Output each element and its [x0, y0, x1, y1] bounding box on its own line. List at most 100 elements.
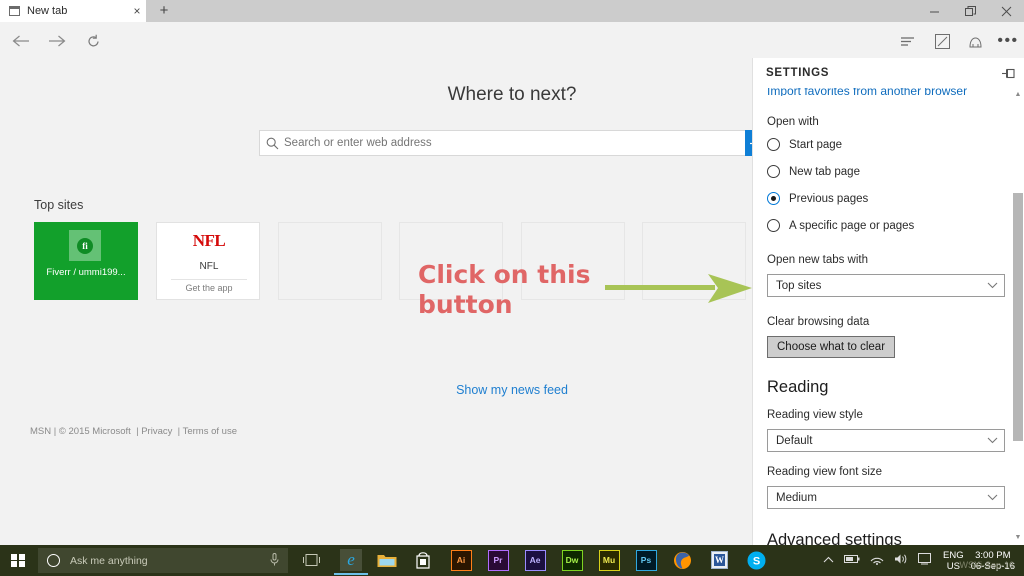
settings-scrollbar[interactable]: ▲ ▼ [1011, 88, 1024, 545]
forward-button[interactable] [42, 28, 72, 54]
edge-icon: e [347, 550, 355, 570]
search-icon [260, 137, 284, 150]
reading-font-size-select[interactable]: Medium [767, 486, 1005, 509]
open-new-tabs-select[interactable]: Top sites [767, 274, 1005, 297]
taskbar-app-store[interactable] [412, 549, 434, 571]
battery-icon[interactable] [844, 554, 860, 567]
choose-what-to-clear-button[interactable]: Choose what to clear [767, 336, 895, 358]
hub-icon[interactable] [894, 28, 922, 54]
tile-divider [171, 279, 247, 280]
language-line-1: ENG [943, 550, 964, 561]
taskbar: Ask me anything e [0, 545, 1024, 576]
action-center-icon[interactable] [918, 553, 931, 568]
svg-text:W: W [715, 555, 724, 565]
reading-view-style-select[interactable]: Default [767, 429, 1005, 452]
import-favorites-link[interactable]: Import favorites from another browser [767, 88, 1005, 96]
tile-fiverr[interactable]: fi Fiverr / ummi199... [34, 222, 138, 300]
taskbar-app-file-explorer[interactable] [376, 549, 398, 571]
refresh-button[interactable] [78, 28, 108, 54]
back-button[interactable] [6, 28, 36, 54]
search-bar[interactable] [259, 130, 753, 156]
tab-strip: New tab × + [0, 0, 1024, 22]
network-icon[interactable] [870, 554, 884, 568]
cortana-search-box[interactable]: Ask me anything [38, 548, 288, 573]
select-value: Medium [776, 492, 987, 504]
radio-icon [767, 219, 780, 232]
reading-view-style-label: Reading view style [767, 409, 1005, 421]
radio-label: New tab page [789, 166, 860, 178]
fiverr-logo-box: fi [69, 230, 101, 261]
annotation-arrow-icon [605, 272, 753, 311]
taskbar-app-edge[interactable]: e [340, 549, 362, 571]
radio-specific-page[interactable]: A specific page or pages [767, 219, 1005, 232]
radio-label: Start page [789, 139, 842, 151]
search-input[interactable] [284, 137, 752, 149]
taskbar-app-illustrator[interactable]: Ai [450, 549, 472, 571]
taskbar-app-after-effects[interactable]: Ae [524, 549, 546, 571]
taskbar-app-skype[interactable]: S [745, 549, 767, 571]
settings-title: SETTINGS [766, 67, 829, 79]
tile-nfl[interactable]: NFL NFL Get the app [156, 222, 260, 300]
muse-icon: Mu [599, 550, 620, 571]
radio-new-tab-page[interactable]: New tab page [767, 165, 1005, 178]
task-view-icon[interactable] [300, 549, 322, 571]
taskbar-app-photoshop[interactable]: Ps [635, 549, 657, 571]
footer-privacy[interactable]: Privacy [141, 426, 172, 437]
taskbar-app-word[interactable]: W [708, 549, 730, 571]
tray-chevron-up-icon[interactable] [823, 555, 834, 566]
advanced-settings-heading: Advanced settings [767, 531, 1005, 545]
tab-new-tab[interactable]: New tab [0, 0, 146, 22]
premiere-icon: Pr [488, 550, 509, 571]
volume-icon[interactable] [894, 553, 908, 568]
new-tab-button[interactable]: + [156, 3, 172, 19]
tile-empty-1[interactable] [278, 222, 382, 300]
scroll-down-icon[interactable]: ▼ [1011, 531, 1024, 545]
minimize-button[interactable] [916, 0, 952, 22]
reading-heading: Reading [767, 378, 1005, 397]
fiverr-logo-icon: fi [77, 238, 93, 254]
cortana-icon [47, 554, 60, 567]
radio-icon-selected [767, 192, 780, 205]
taskbar-app-firefox[interactable] [671, 549, 693, 571]
window-controls [916, 0, 1024, 22]
more-dots: ••• [997, 36, 1018, 46]
tile-label: NFL [157, 261, 261, 272]
taskbar-app-dreamweaver[interactable]: Dw [561, 549, 583, 571]
tile-cta[interactable]: Get the app [157, 283, 261, 293]
radio-start-page[interactable]: Start page [767, 138, 1005, 151]
clear-browsing-data-row: Choose what to clear [767, 336, 1005, 358]
footer-terms[interactable]: Terms of use [183, 426, 237, 437]
microphone-icon[interactable] [270, 553, 279, 569]
radio-previous-pages[interactable]: Previous pages [767, 192, 1005, 205]
pin-icon[interactable] [1002, 66, 1015, 84]
chevron-down-icon [987, 493, 998, 503]
taskbar-app-muse[interactable]: Mu [598, 549, 620, 571]
settings-header: SETTINGS [753, 58, 1024, 88]
tab-page-icon [9, 7, 20, 16]
chevron-down-icon [987, 436, 998, 446]
open-with-label: Open with [767, 116, 1005, 128]
footer-sep-3: | [178, 426, 180, 437]
more-icon[interactable]: ••• [994, 28, 1022, 54]
tab-close-icon[interactable]: × [130, 4, 144, 18]
clear-browsing-data-label: Clear browsing data [767, 316, 1005, 328]
taskbar-app-premiere[interactable]: Pr [487, 549, 509, 571]
settings-scroll-area: Import favorites from another browser Op… [753, 88, 1024, 545]
radio-icon [767, 138, 780, 151]
web-note-icon[interactable] [928, 28, 956, 54]
start-button[interactable] [0, 545, 36, 576]
clock-time: 3:00 PM [971, 550, 1015, 561]
scroll-up-icon[interactable]: ▲ [1011, 88, 1024, 102]
chevron-down-icon [987, 281, 998, 291]
restore-button[interactable] [952, 0, 988, 22]
nfl-logo-icon: NFL [157, 231, 261, 251]
share-icon[interactable] [961, 28, 989, 54]
tile-label: Fiverr / ummi199... [34, 267, 138, 278]
reading-font-size-label: Reading view font size [767, 466, 1005, 478]
scrollbar-thumb[interactable] [1013, 193, 1023, 441]
close-button[interactable] [988, 0, 1024, 22]
tab-strip-empty-area [146, 0, 1024, 22]
footer-sep-2: | [136, 426, 138, 437]
after-effects-icon: Ae [525, 550, 546, 571]
cortana-placeholder: Ask me anything [70, 555, 148, 567]
